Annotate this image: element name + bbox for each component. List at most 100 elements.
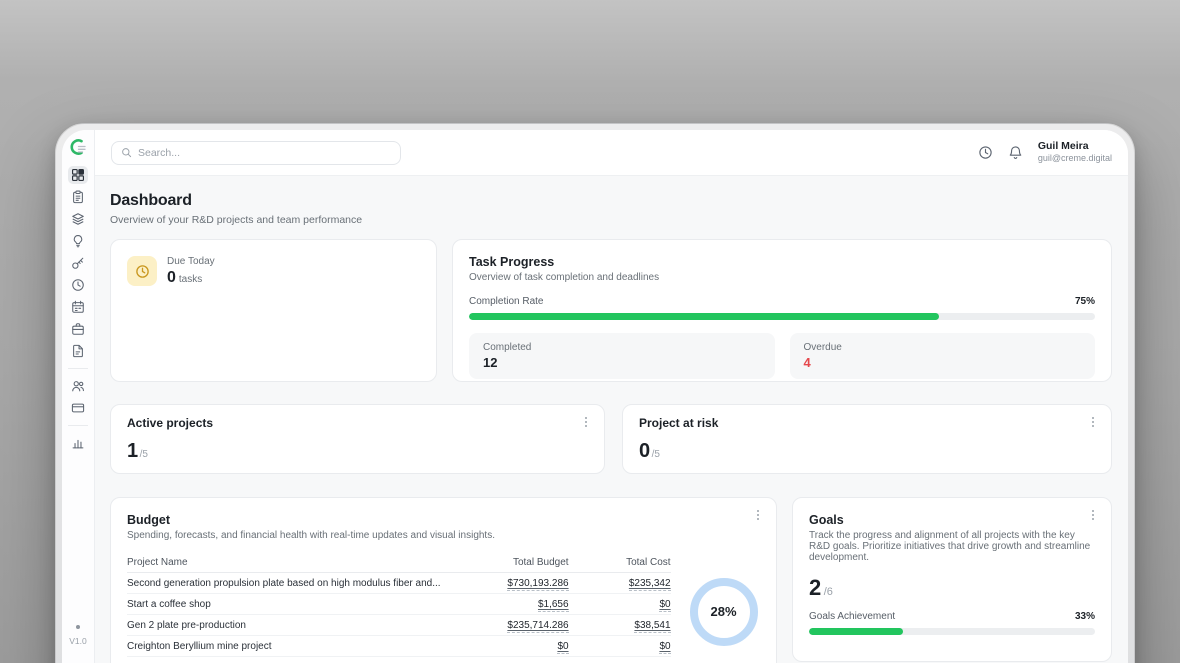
budget-donut-chart: 28% — [690, 578, 758, 646]
kebab-menu-icon[interactable] — [1087, 508, 1099, 522]
clipboard-icon — [71, 190, 85, 204]
page-subtitle: Overview of your R&D projects and team p… — [110, 214, 1112, 226]
notifications-bell-icon[interactable] — [1008, 145, 1024, 161]
goals-achievement-label: Goals Achievement — [809, 611, 895, 622]
sidebar-item-team[interactable] — [68, 377, 88, 395]
completion-rate-pct: 75% — [1075, 296, 1095, 307]
main-area: Guil Meira guil@creme.digital Dashboard … — [95, 130, 1128, 663]
sidebar-footer: V1.0 — [62, 625, 94, 646]
project-name: Creighton Beryllium mine project — [127, 641, 451, 652]
briefcase-icon — [71, 322, 85, 336]
document-icon — [71, 344, 85, 358]
completion-rate-label: Completion Rate — [469, 296, 543, 307]
active-projects-value: 1 — [127, 440, 138, 463]
budget-table-row[interactable]: Gen 2 plate pre-production $235,714.286 … — [127, 615, 671, 636]
budget-table-row[interactable]: Start a coffee shop $1,656 $0 — [127, 594, 671, 615]
sidebar-item-documents[interactable] — [68, 342, 88, 360]
budget-table-row[interactable]: Creighton Beryllium mine project $0 $0 — [127, 636, 671, 657]
budget-table-row[interactable]: Second generation propulsion plate based… — [127, 573, 671, 594]
total-budget-value[interactable]: $730,193.286 — [507, 578, 568, 591]
clock-icon — [135, 264, 150, 279]
due-today-unit: tasks — [179, 274, 202, 285]
clock-icon — [71, 278, 85, 292]
overdue-label: Overdue — [804, 342, 1082, 353]
goals-achievement-pct: 33% — [1075, 611, 1095, 622]
budget-title: Budget — [127, 513, 760, 527]
goals-card: Goals Track the progress and alignment o… — [792, 497, 1112, 662]
project-name: Start a coffee shop — [127, 599, 451, 610]
budget-table-header: Project Name Total Budget Total Cost — [127, 552, 671, 573]
sidebar-divider — [68, 368, 88, 369]
creme-logo-icon — [68, 137, 88, 157]
lightbulb-icon — [71, 234, 85, 248]
budget-card: Budget Spending, forecasts, and financia… — [110, 497, 777, 663]
due-clock-iconbox — [127, 256, 157, 286]
kebab-menu-icon[interactable] — [580, 415, 592, 429]
budget-donut-pct: 28% — [711, 604, 737, 619]
sidebar-item-projects[interactable] — [68, 320, 88, 338]
page-title: Dashboard — [110, 192, 1112, 210]
col-project-name: Project Name — [127, 557, 451, 568]
status-dot — [76, 625, 80, 629]
sidebar-divider — [68, 425, 88, 426]
layers-icon — [71, 212, 85, 226]
project-at-risk-card: Project at risk 0 /5 — [622, 404, 1112, 474]
project-at-risk-value: 0 — [639, 440, 650, 463]
goals-subtitle: Track the progress and alignment of all … — [809, 530, 1095, 563]
key-icon — [71, 256, 85, 270]
sidebar-item-ideas[interactable] — [68, 232, 88, 250]
dashboard-content: Dashboard Overview of your R&D projects … — [95, 176, 1128, 663]
search-box[interactable] — [111, 141, 401, 165]
completed-stat-box: Completed 12 — [469, 333, 775, 379]
calendar-icon — [71, 300, 85, 314]
budget-table: Project Name Total Budget Total Cost Sec… — [127, 552, 671, 663]
bar-chart-icon — [71, 436, 85, 450]
sidebar-item-analytics[interactable] — [68, 434, 88, 452]
active-projects-total: /5 — [140, 449, 148, 460]
sidebar-item-billing[interactable] — [68, 399, 88, 417]
goals-progress-track — [809, 628, 1095, 635]
project-at-risk-total: /5 — [652, 449, 660, 460]
task-progress-title: Task Progress — [469, 255, 1095, 269]
total-budget-value[interactable]: $0 — [557, 641, 568, 654]
goals-title: Goals — [809, 513, 1095, 527]
goals-progress-fill — [809, 628, 903, 635]
history-icon[interactable] — [978, 145, 994, 161]
kebab-menu-icon[interactable] — [1087, 415, 1099, 429]
search-icon — [121, 147, 132, 158]
sidebar-item-access[interactable] — [68, 254, 88, 272]
total-cost-value[interactable]: $0 — [659, 641, 670, 654]
col-total-cost: Total Cost — [569, 557, 671, 568]
kebab-menu-icon[interactable] — [752, 508, 764, 522]
sidebar-item-calendar[interactable] — [68, 298, 88, 316]
total-cost-value[interactable]: $235,342 — [629, 578, 671, 591]
dashboard-grid-icon — [71, 168, 85, 182]
user-menu[interactable]: Guil Meira guil@creme.digital — [1038, 140, 1112, 164]
app-window: V1.0 — [55, 123, 1135, 663]
sidebar-item-time[interactable] — [68, 276, 88, 294]
sidebar-item-dashboard[interactable] — [68, 166, 88, 184]
total-budget-value[interactable]: $1,656 — [538, 599, 569, 612]
project-name: Second generation propulsion plate based… — [127, 578, 451, 589]
active-projects-card: Active projects 1 /5 — [110, 404, 605, 474]
version-label: V1.0 — [69, 636, 87, 646]
total-cost-value[interactable]: $38,541 — [634, 620, 670, 633]
users-icon — [71, 379, 85, 393]
sidebar-nav — [68, 166, 88, 452]
search-input[interactable] — [138, 147, 391, 159]
total-budget-value[interactable]: $235,714.286 — [507, 620, 568, 633]
sidebar-item-tasks[interactable] — [68, 188, 88, 206]
col-total-budget: Total Budget — [451, 557, 569, 568]
goals-total: /6 — [824, 586, 833, 598]
task-progress-subtitle: Overview of task completion and deadline… — [469, 272, 1095, 283]
completed-value: 12 — [483, 355, 761, 370]
due-today-card: Due Today 0tasks — [110, 239, 437, 382]
project-at-risk-title: Project at risk — [639, 416, 1097, 430]
budget-subtitle: Spending, forecasts, and financial healt… — [127, 530, 760, 541]
sidebar-item-layers[interactable] — [68, 210, 88, 228]
completion-progress-track — [469, 313, 1095, 320]
project-name: Gen 2 plate pre-production — [127, 620, 451, 631]
credit-card-icon — [71, 401, 85, 415]
goals-value: 2 — [809, 575, 821, 601]
total-cost-value[interactable]: $0 — [659, 599, 670, 612]
